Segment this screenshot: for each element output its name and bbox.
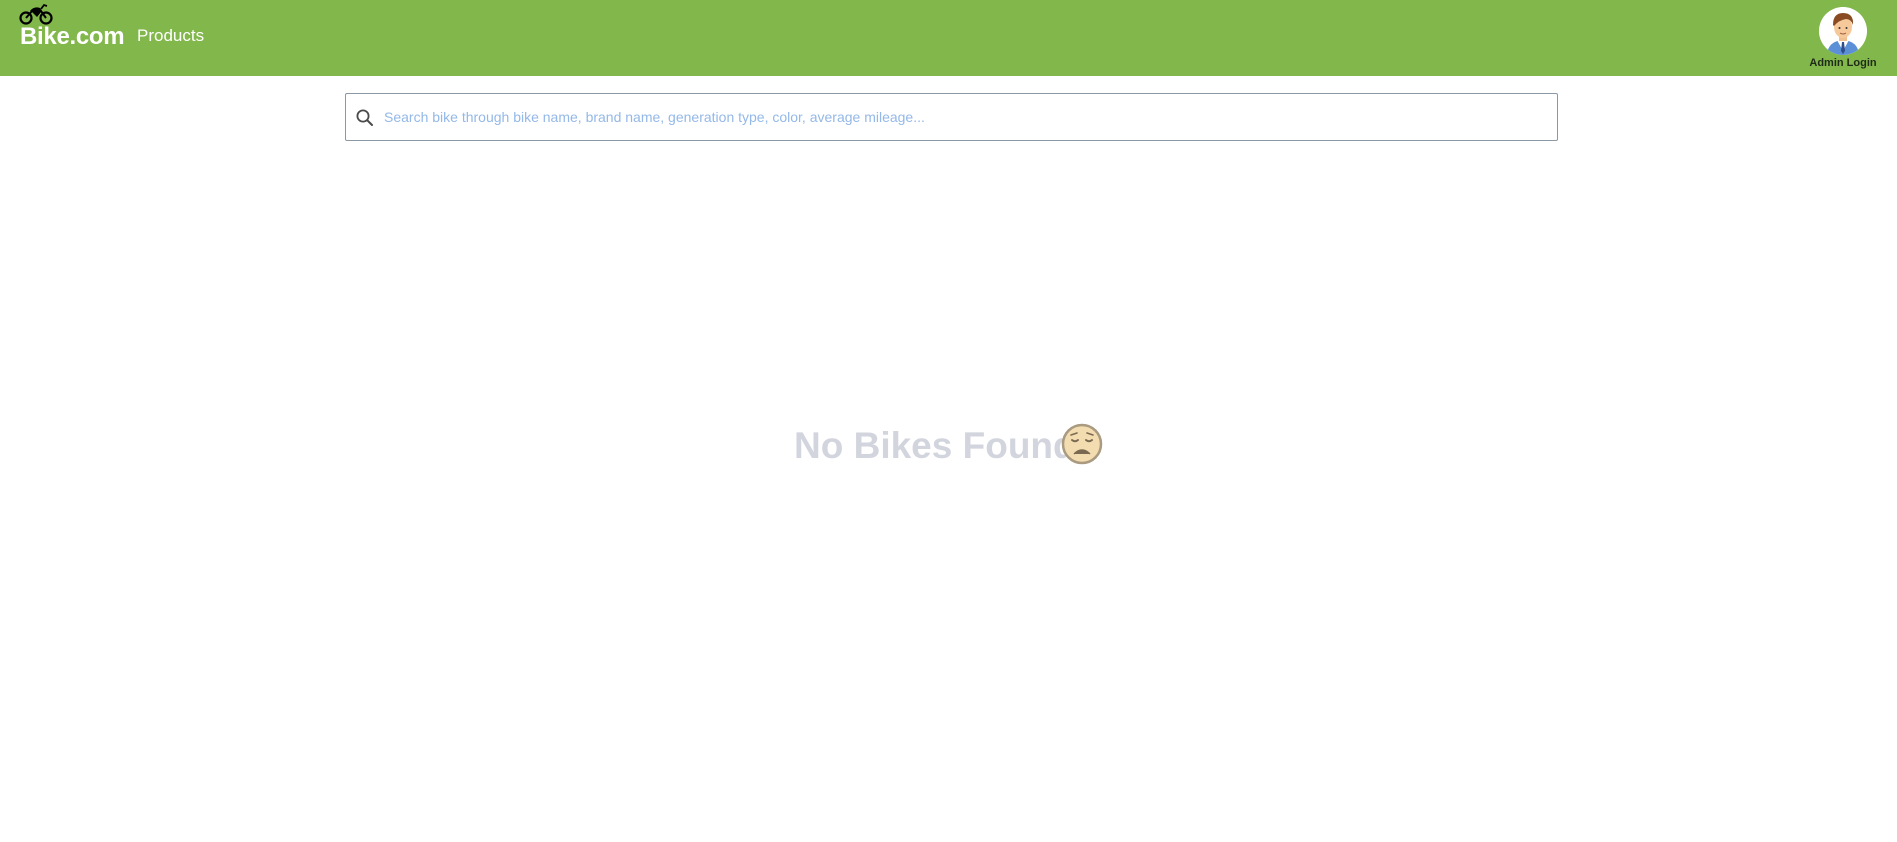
admin-login-button[interactable]: Admin Login (1802, 7, 1884, 71)
search-bar (345, 93, 1558, 141)
top-navbar: Bike.com Products Admin Login (0, 0, 1897, 76)
search-input[interactable] (382, 94, 1549, 140)
no-results-message: No Bikes Found (794, 425, 1076, 466)
search-icon (356, 109, 373, 126)
nav-link-products[interactable]: Products (137, 26, 204, 46)
sad-face-icon (1061, 423, 1103, 465)
admin-login-label: Admin Login (1809, 57, 1877, 69)
brand-name: Bike.com (20, 23, 125, 50)
motorcycle-icon (19, 3, 53, 25)
admin-avatar-icon (1819, 7, 1867, 55)
